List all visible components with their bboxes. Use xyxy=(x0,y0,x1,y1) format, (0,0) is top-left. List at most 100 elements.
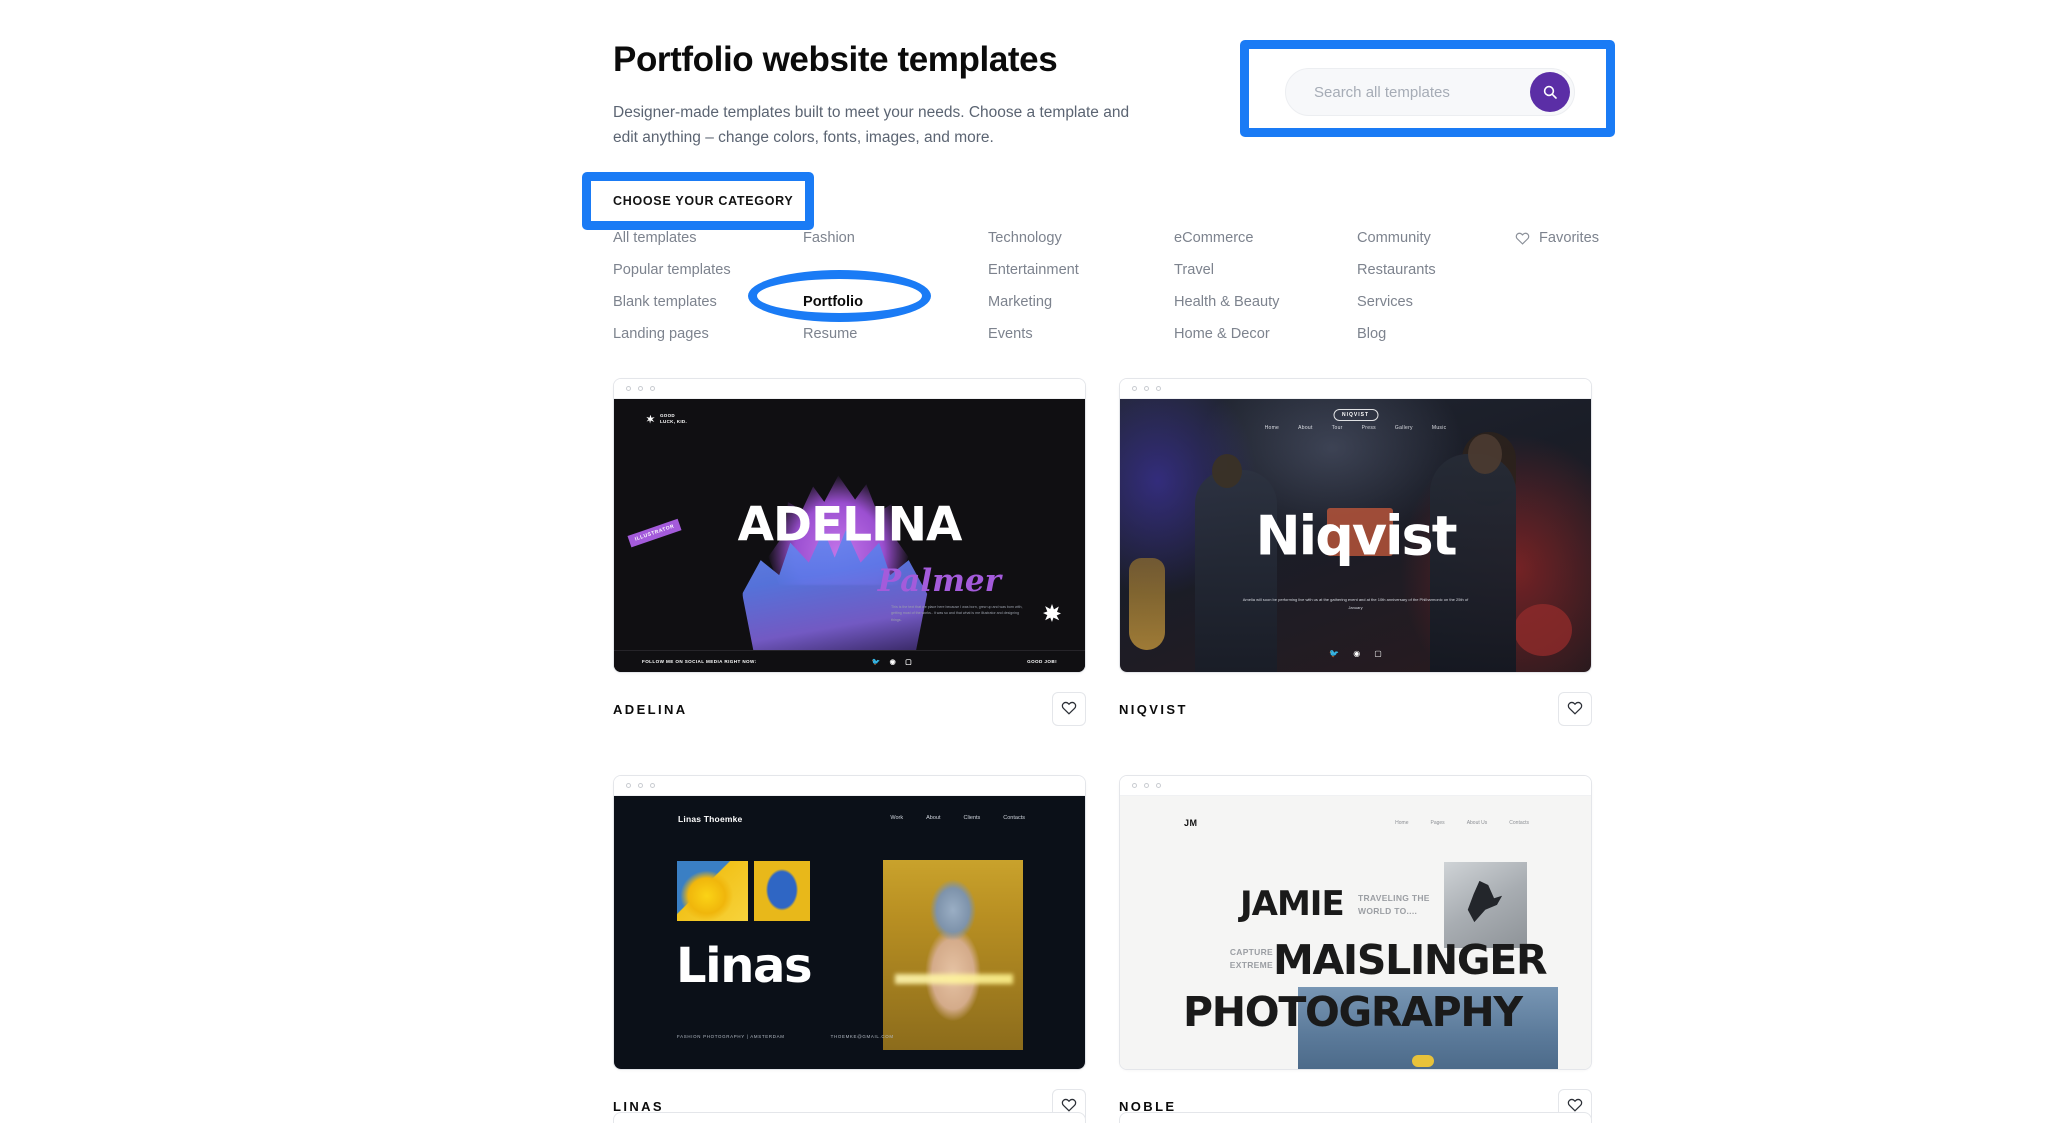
search-area xyxy=(1285,68,1575,116)
favorites-link[interactable]: Favorites xyxy=(1515,222,1599,254)
favorite-button-adelina[interactable] xyxy=(1052,692,1086,726)
nav-item: About Us xyxy=(1466,820,1488,826)
singer-head xyxy=(1467,434,1502,475)
nav-item: Press xyxy=(1361,425,1376,431)
template-card-adelina: GOOD LUCK, KID. ILLUSTRATOR ADELINA Palm… xyxy=(613,378,1086,726)
category-item-blog[interactable]: Blog xyxy=(1357,318,1547,350)
templates-page: Portfolio website templates Designer-mad… xyxy=(0,0,2048,1123)
category-item-all-templates[interactable]: All templates xyxy=(613,222,803,254)
search-submit-button[interactable] xyxy=(1530,72,1570,112)
nav-item: Tour xyxy=(1331,425,1343,431)
linas-brand: Linas Thoemke xyxy=(678,814,743,824)
noble-nav: Home Pages About Us Contacts xyxy=(1395,820,1529,826)
category-item-entertainment[interactable]: Entertainment xyxy=(988,254,1174,286)
drum-graphic xyxy=(1514,603,1573,656)
template-card-niqvist: NIQVIST Home About Tour Press Gallery Mu… xyxy=(1119,378,1592,726)
template-card-noble: JM Home Pages About Us Contacts JAMIE TR… xyxy=(1119,775,1592,1123)
category-item-home-decor[interactable]: Home & Decor xyxy=(1174,318,1357,350)
search-box[interactable] xyxy=(1285,68,1575,116)
flower-photo-2-overlay xyxy=(754,861,810,921)
preview-canvas: Linas Thoemke Work About Clients Contact… xyxy=(614,796,1085,1069)
niqvist-hero-title: Niqvist xyxy=(1255,504,1457,567)
category-item-technology[interactable]: Technology xyxy=(988,222,1174,254)
noble-title-line3: PHOTOGRAPHY xyxy=(1183,988,1523,1036)
noble-side-note-mid: CAPTURE EXTREME xyxy=(1225,946,1273,972)
template-card-linas: Linas Thoemke Work About Clients Contact… xyxy=(613,775,1086,1123)
nav-item: Home xyxy=(1395,820,1409,826)
chrome-dot xyxy=(638,783,643,788)
browser-chrome-bar xyxy=(1120,379,1591,399)
template-meta: NIQVIST xyxy=(1119,692,1592,726)
linas-footer-left: FASHION PHOTOGRAPHY | AMSTERDAM xyxy=(677,1034,785,1039)
chrome-dot xyxy=(626,783,631,788)
instagram-icon: ▢ xyxy=(905,658,913,666)
template-card-partial[interactable] xyxy=(1119,1112,1592,1123)
template-preview-noble[interactable]: JM Home Pages About Us Contacts JAMIE TR… xyxy=(1119,775,1592,1070)
adelina-footer-right: GOOD JOB! xyxy=(1027,659,1057,664)
nav-item: Pages xyxy=(1430,820,1445,826)
page-title: Portfolio website templates xyxy=(613,40,1058,79)
category-item-restaurants[interactable]: Restaurants xyxy=(1357,254,1547,286)
side-note-line2: WORLD TO.... xyxy=(1358,906,1418,917)
side-note-line4: EXTREME xyxy=(1229,960,1273,971)
twitter-icon: 🐦 xyxy=(1329,649,1340,658)
page-header: Portfolio website templates Designer-mad… xyxy=(613,40,1173,150)
star-icon xyxy=(646,414,655,424)
social-icons: 🐦 ◉ ▢ xyxy=(1329,649,1382,658)
category-item-events[interactable]: Events xyxy=(988,318,1174,350)
category-item-ecommerce[interactable]: eCommerce xyxy=(1174,222,1357,254)
chrome-dot xyxy=(1132,386,1137,391)
saxophone-graphic xyxy=(1129,558,1166,651)
adelina-logo-line1: GOOD xyxy=(660,413,675,418)
portrait-photo xyxy=(883,860,1023,1050)
heart-icon xyxy=(1061,700,1077,718)
nav-item: About xyxy=(1298,425,1313,431)
category-item-marketing[interactable]: Marketing xyxy=(988,286,1174,318)
search-input[interactable] xyxy=(1314,83,1530,101)
adelina-hero-subtitle: Palmer xyxy=(877,562,1001,599)
category-item-popular-templates[interactable]: Popular templates xyxy=(613,254,803,286)
neon-light-graphic xyxy=(895,974,1013,984)
choose-category-heading: CHOOSE YOUR CATEGORY xyxy=(613,194,794,208)
template-preview-niqvist[interactable]: NIQVIST Home About Tour Press Gallery Mu… xyxy=(1119,378,1592,673)
category-item-resume[interactable]: Resume xyxy=(803,318,988,350)
facebook-icon: ◉ xyxy=(1353,649,1361,658)
adelina-logo: GOOD LUCK, KID. xyxy=(646,413,687,425)
chrome-dot xyxy=(626,386,631,391)
instagram-icon: ▢ xyxy=(1374,649,1382,658)
template-preview-linas[interactable]: Linas Thoemke Work About Clients Contact… xyxy=(613,775,1086,1070)
heart-icon xyxy=(1567,700,1583,718)
adelina-footer-left: FOLLOW ME ON SOCIAL MEDIA RIGHT NOW: xyxy=(642,659,757,664)
side-note-line3: CAPTURE xyxy=(1229,947,1273,957)
category-item-portfolio[interactable]: Portfolio xyxy=(803,286,988,318)
flower-photo-1-overlay xyxy=(677,861,748,921)
adelina-footer: FOLLOW ME ON SOCIAL MEDIA RIGHT NOW: 🐦 ◉… xyxy=(614,650,1085,672)
template-meta: ADELINA xyxy=(613,692,1086,726)
preview-canvas: JM Home Pages About Us Contacts JAMIE TR… xyxy=(1120,796,1591,1069)
adelina-logo-line2: LUCK, KID. xyxy=(660,419,687,425)
chrome-dot xyxy=(650,386,655,391)
facebook-icon: ◉ xyxy=(889,658,897,666)
noble-title-line1: JAMIE xyxy=(1240,884,1345,924)
nav-item: Music xyxy=(1431,425,1447,431)
social-icons: 🐦 ◉ ▢ xyxy=(872,658,913,666)
nav-item: Gallery xyxy=(1394,425,1413,431)
guitarist-head xyxy=(1211,453,1242,488)
category-item-blank-templates[interactable]: Blank templates xyxy=(613,286,803,318)
category-item-health-beauty[interactable]: Health & Beauty xyxy=(1174,286,1357,318)
category-item-fashion[interactable]: Fashion xyxy=(803,222,988,254)
template-card-partial[interactable] xyxy=(613,1112,1086,1123)
linas-nav: Work About Clients Contacts xyxy=(890,815,1025,821)
niqvist-paragraph: Amelia will soon be performing live with… xyxy=(1242,596,1469,610)
nav-item: Work xyxy=(890,815,904,821)
category-item-travel[interactable]: Travel xyxy=(1174,254,1357,286)
chrome-dot xyxy=(1132,783,1137,788)
chrome-dot xyxy=(1156,386,1161,391)
chrome-dot xyxy=(1144,783,1149,788)
niqvist-nav: Home About Tour Press Gallery Music xyxy=(1265,425,1447,431)
favorite-button-niqvist[interactable] xyxy=(1558,692,1592,726)
category-item-landing-pages[interactable]: Landing pages xyxy=(613,318,803,350)
category-item-services[interactable]: Services xyxy=(1357,286,1547,318)
linas-footer: FASHION PHOTOGRAPHY | AMSTERDAM THOEMKE@… xyxy=(677,1034,894,1039)
template-preview-adelina[interactable]: GOOD LUCK, KID. ILLUSTRATOR ADELINA Palm… xyxy=(613,378,1086,673)
